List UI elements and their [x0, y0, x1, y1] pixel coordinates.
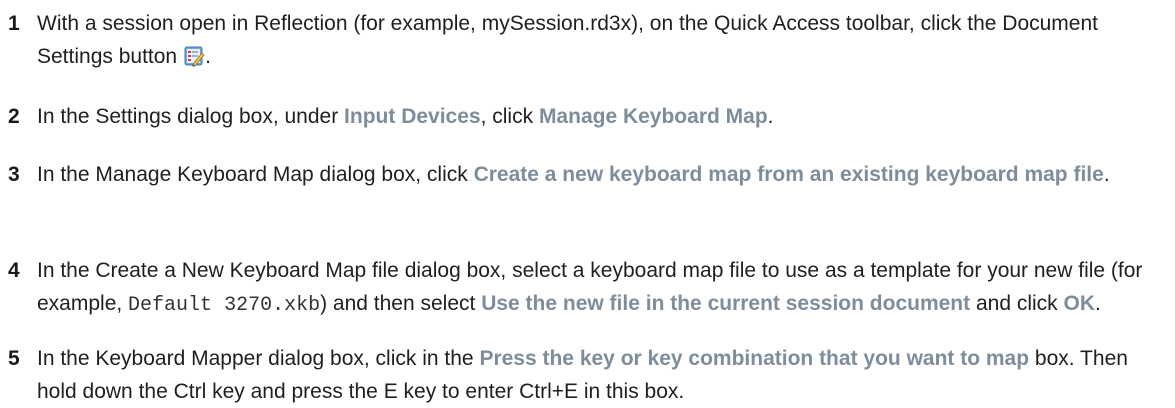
step-text: In the Manage Keyboard Map dialog box, c… [37, 158, 1160, 191]
step-4: 4 In the Create a New Keyboard Map file … [0, 254, 1160, 322]
step-number: 2 [8, 105, 20, 128]
step-text-part: . [1103, 163, 1110, 186]
step-text-part: . [205, 45, 211, 68]
ui-term-use-new-file: Use the new file in the current session … [481, 292, 971, 315]
step-5: 5 In the Keyboard Mapper dialog box, cli… [0, 342, 1160, 408]
step-text: In the Keyboard Mapper dialog box, click… [37, 342, 1160, 408]
step-text: In the Settings dialog box, under Input … [37, 100, 1160, 133]
step-text-part: In the Settings dialog box, under [37, 105, 345, 128]
code-filename: Default 3270.xkb [128, 294, 321, 317]
step-text-part: ) and then select [320, 292, 482, 315]
ui-term-create-from-existing: Create a new keyboard map from an existi… [473, 163, 1104, 186]
ui-term-ok: OK [1063, 292, 1096, 315]
step-number: 5 [8, 347, 20, 370]
step-number: 3 [8, 163, 20, 186]
step-1: 1 With a session open in Reflection (for… [0, 7, 1160, 73]
procedure-steps: 1 With a session open in Reflection (for… [0, 0, 1175, 406]
step-2: 2 In the Settings dialog box, under Inpu… [0, 100, 1160, 133]
step-text: In the Create a New Keyboard Map file di… [37, 254, 1160, 322]
step-text-part: and click [970, 292, 1064, 315]
ui-term-input-devices: Input Devices [344, 105, 481, 128]
step-text-part: . [767, 105, 774, 128]
step-text-part: In the Keyboard Mapper dialog box, click… [37, 347, 480, 370]
document-settings-icon [183, 44, 205, 67]
step-number: 1 [8, 12, 20, 35]
step-3: 3 In the Manage Keyboard Map dialog box,… [0, 158, 1160, 191]
ui-term-manage-keyboard-map: Manage Keyboard Map [538, 105, 768, 128]
ui-term-press-key-box: Press the key or key combination that yo… [479, 347, 1030, 370]
step-text-part: In the Manage Keyboard Map dialog box, c… [37, 163, 474, 186]
step-number: 4 [8, 259, 20, 282]
step-text-part: . [1095, 292, 1101, 315]
step-text-part: , click [480, 105, 539, 128]
document-settings-icon-graphic [184, 46, 205, 67]
step-text: With a session open in Reflection (for e… [37, 7, 1160, 73]
